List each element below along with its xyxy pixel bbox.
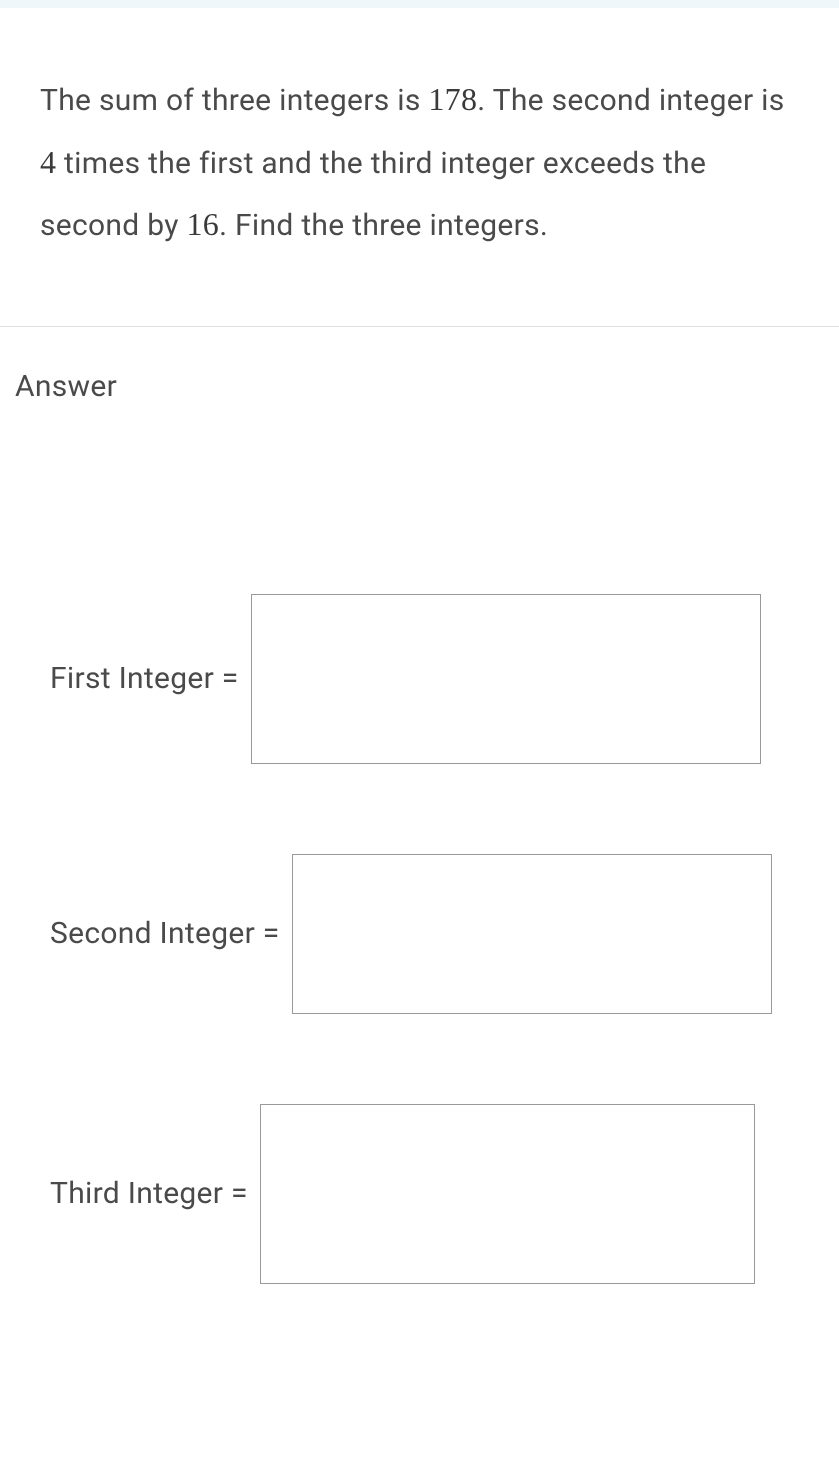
first-integer-row: First Integer = <box>15 594 824 764</box>
third-integer-label: Third Integer = <box>50 1176 248 1211</box>
question-number-3: 16 <box>186 206 219 242</box>
question-part-1: The sum of three integers is <box>40 83 428 118</box>
question-number-1: 178 <box>428 81 477 117</box>
question-part-2: . The second integer is <box>477 83 784 118</box>
question-number-2: 4 <box>40 144 56 180</box>
third-integer-row: Third Integer = <box>15 1104 824 1284</box>
top-accent-bar <box>0 0 839 8</box>
first-integer-input[interactable] <box>251 594 761 764</box>
second-integer-row: Second Integer = <box>15 854 824 1014</box>
question-text: The sum of three integers is 178. The se… <box>40 68 799 256</box>
first-integer-label: First Integer = <box>50 661 239 696</box>
question-section: The sum of three integers is 178. The se… <box>0 8 839 327</box>
second-integer-label: Second Integer = <box>50 916 280 951</box>
second-integer-input[interactable] <box>292 854 772 1014</box>
third-integer-input[interactable] <box>260 1104 755 1284</box>
answer-heading: Answer <box>15 369 824 404</box>
question-part-4: . Find the three integers. <box>219 208 548 243</box>
answer-section: Answer First Integer = Second Integer = … <box>0 327 839 1324</box>
